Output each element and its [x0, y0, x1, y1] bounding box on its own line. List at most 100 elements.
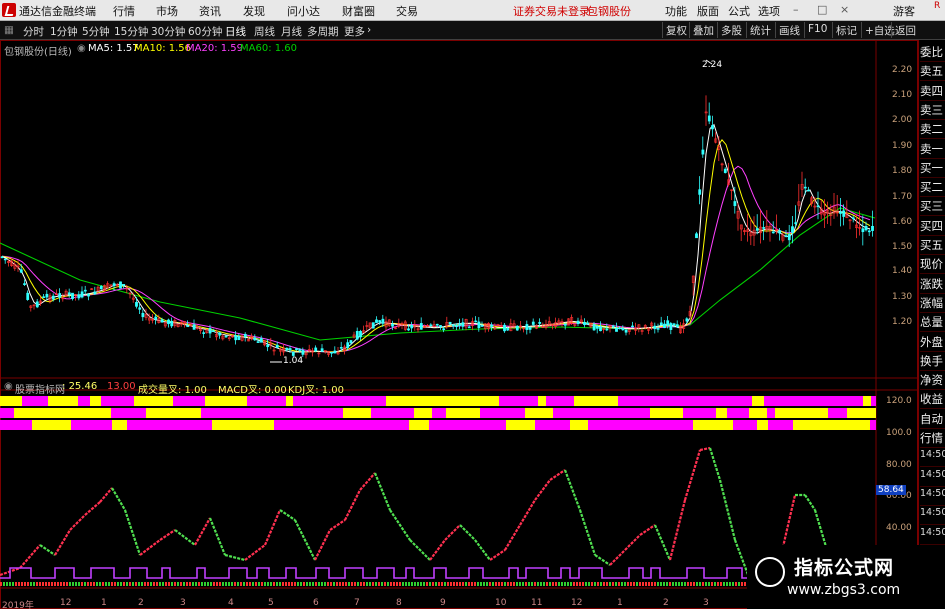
side-panel-item[interactable]: 卖二	[920, 121, 945, 140]
period-tab-more[interactable]: 更多	[344, 24, 365, 39]
menu-item-quotes[interactable]: 行情	[113, 3, 135, 19]
chevron-right-icon[interactable]: ›	[367, 24, 371, 36]
volume-dot	[402, 582, 404, 586]
side-panel-item[interactable]: 换手	[920, 353, 945, 371]
period-tab-monthly[interactable]: 月线	[281, 24, 302, 39]
volume-dot	[651, 582, 653, 586]
side-panel-item[interactable]: 14:50	[920, 449, 945, 468]
signal-cell	[535, 420, 570, 430]
candle-body	[141, 312, 145, 318]
close-icon[interactable]: ×	[840, 3, 849, 16]
side-panel-item[interactable]: 卖一	[920, 141, 945, 159]
signal-cell	[683, 408, 716, 418]
period-tab-multi[interactable]: 多周期	[307, 24, 339, 39]
menu-item-formula[interactable]: 公式	[728, 3, 750, 19]
app-title: 通达信金融终端	[19, 5, 96, 18]
ma5-line	[1, 123, 871, 354]
toolbar-button-stats[interactable]: 统计	[746, 22, 774, 38]
toolbar-button-mark[interactable]: 标记	[832, 22, 860, 38]
toolbar-button-f10[interactable]: F10	[804, 22, 830, 38]
signal-cell	[6, 396, 22, 406]
side-panel-item[interactable]: 外盘	[920, 334, 945, 352]
side-panel-item[interactable]: 总量	[920, 314, 945, 333]
candle-body	[320, 348, 324, 352]
side-panel-item[interactable]: 涨幅	[920, 295, 945, 313]
menu-item-options[interactable]: 选项	[758, 3, 780, 19]
side-panel-item[interactable]: 买一	[920, 160, 945, 178]
side-panel-item[interactable]: 买二	[920, 179, 945, 198]
minimize-icon[interactable]: –	[793, 3, 799, 16]
toolbar-button-overlay[interactable]: 叠加	[689, 22, 717, 38]
chart-area[interactable]	[0, 40, 918, 609]
toolbar-button-back[interactable]: 返回	[891, 22, 919, 38]
candle-body	[167, 319, 170, 325]
toolbar-button-adjust[interactable]: 复权	[662, 22, 690, 38]
menu-item-trade[interactable]: 交易	[396, 3, 418, 19]
side-panel-item[interactable]: 14:50	[920, 507, 945, 526]
ma60-line	[0, 207, 876, 341]
period-tab-15min[interactable]: 15分钟	[114, 24, 148, 39]
side-panel-item[interactable]: 买三	[920, 198, 945, 217]
maximize-icon[interactable]: □	[817, 3, 827, 16]
period-tab-intraday[interactable]: 分时	[23, 24, 44, 39]
login-notice[interactable]: 证券交易未登录	[513, 3, 590, 19]
period-tab-daily[interactable]: 日线	[225, 24, 246, 39]
volume-dot	[561, 582, 563, 586]
sub-chart-toggle-icon[interactable]: ◉	[4, 381, 13, 392]
volume-dot	[663, 582, 665, 586]
menu-item-ask[interactable]: 问小达	[287, 3, 320, 19]
side-panel-item[interactable]: 现价	[920, 256, 945, 275]
menu-item-layout[interactable]: 版面	[697, 3, 719, 19]
menu-item-function[interactable]: 功能	[665, 3, 687, 19]
grid-icon[interactable]: ▦	[4, 24, 14, 36]
toolbar-button-multistock[interactable]: 多股	[717, 22, 745, 38]
period-tab-weekly[interactable]: 周线	[254, 24, 275, 39]
toolbar-button-draw[interactable]: 画线	[775, 22, 803, 38]
side-panel-item[interactable]: 14:50	[920, 527, 945, 545]
period-tab-5min[interactable]: 5分钟	[82, 24, 110, 39]
side-panel-item[interactable]: 卖三	[920, 102, 945, 120]
volume-dot	[348, 582, 350, 586]
legend-toggle-icon[interactable]: ◉	[77, 43, 86, 54]
side-panel-item[interactable]: 买五	[920, 237, 945, 255]
menu-item-discover[interactable]: 发现	[243, 3, 265, 19]
oscillator-segment	[139, 539, 161, 556]
sub-value-4: MACD叉: 0.00	[218, 385, 287, 396]
guest-label[interactable]: 游客	[893, 3, 915, 19]
period-tab-1min[interactable]: 1分钟	[50, 24, 78, 39]
candle-body	[314, 347, 318, 352]
side-panel-item[interactable]: 买四	[920, 218, 945, 236]
side-panel-item[interactable]: 卖四	[920, 83, 945, 101]
side-panel-item[interactable]: 收益	[920, 391, 945, 410]
side-panel-item[interactable]: 行情	[920, 430, 945, 448]
candle-body	[685, 318, 689, 322]
candle-body	[0, 256, 4, 259]
side-panel-item[interactable]: 净资	[920, 372, 945, 391]
side-panel-item[interactable]: 卖五	[920, 63, 945, 82]
menu-item-news[interactable]: 资讯	[199, 3, 221, 19]
sub-value-1-text: 25.46	[68, 381, 98, 392]
period-tab-60min[interactable]: 60分钟	[188, 24, 222, 39]
signal-cell	[140, 408, 146, 418]
candle-body	[45, 293, 49, 298]
volume-dot	[450, 582, 452, 586]
volume-dot	[630, 582, 632, 586]
menu-item-market[interactable]: 市场	[156, 3, 178, 19]
side-panel-item[interactable]: 委比	[920, 44, 945, 62]
signal-cell	[75, 408, 93, 418]
volume-dot	[492, 582, 494, 586]
volume-dot	[153, 582, 155, 586]
volume-dot	[708, 582, 710, 586]
signal-cell	[823, 420, 833, 430]
candle-body	[42, 296, 46, 298]
side-panel-item[interactable]: 14:50	[920, 469, 945, 487]
side-panel-item[interactable]: 14:50	[920, 488, 945, 506]
candle-body	[528, 327, 532, 330]
side-panel-item[interactable]: 涨跌	[920, 276, 945, 294]
period-tab-30min[interactable]: 30分钟	[151, 24, 185, 39]
menu-item-wealth[interactable]: 财富圈	[342, 3, 375, 19]
side-panel-item[interactable]: 自动	[920, 411, 945, 429]
volume-dot	[333, 582, 335, 586]
signal-cell	[32, 420, 71, 430]
volume-dot	[198, 582, 200, 586]
